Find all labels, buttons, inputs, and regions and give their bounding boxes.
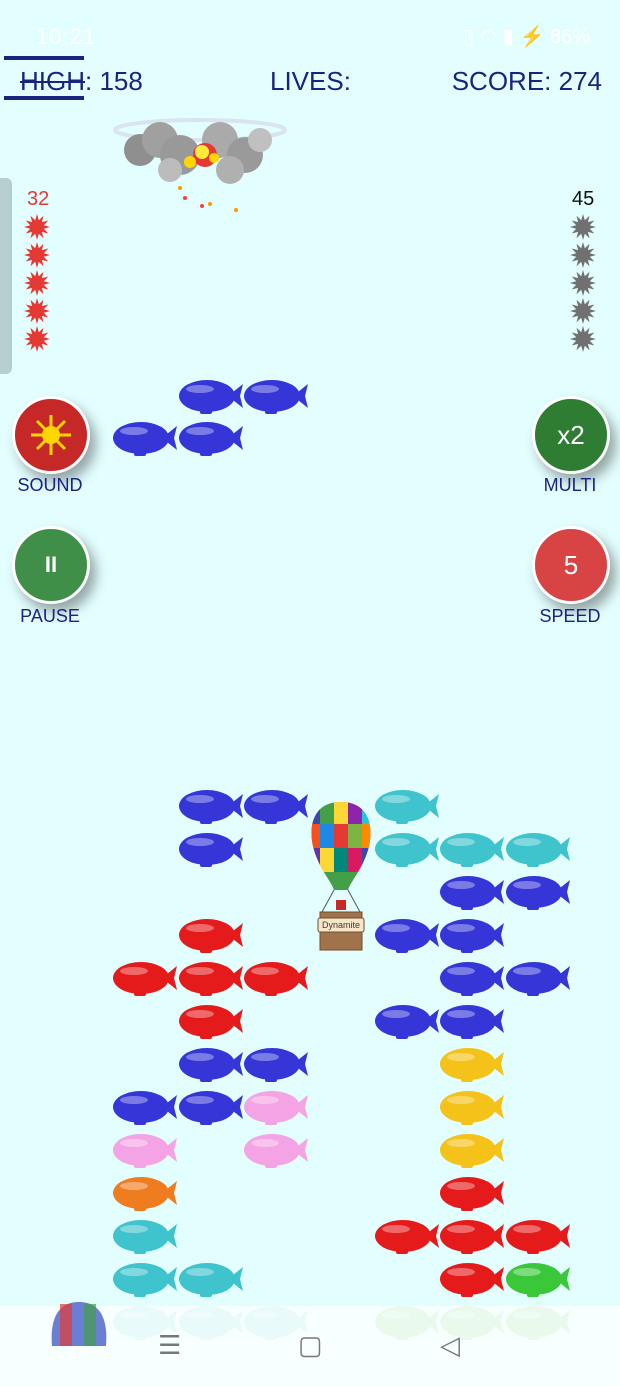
- menu-icon[interactable]: ☰: [158, 1330, 181, 1361]
- blimp-cyan: [179, 1263, 243, 1297]
- blimp-orange: [113, 1177, 177, 1211]
- blimp-blue: [506, 876, 570, 910]
- blimp-red: [506, 1220, 570, 1254]
- blimp-pink: [244, 1134, 308, 1168]
- blimp-cyan: [375, 790, 439, 824]
- blimp-cyan: [440, 833, 504, 867]
- home-icon[interactable]: ▢: [298, 1330, 323, 1361]
- blimp-red: [244, 962, 308, 996]
- blimp-blue: [440, 919, 504, 953]
- blimp-blue: [244, 790, 308, 824]
- hot-air-balloon[interactable]: Dynamite: [306, 800, 376, 952]
- blimp-blue: [179, 1048, 243, 1082]
- blimp-red: [440, 1220, 504, 1254]
- blimp-blue: [375, 1005, 439, 1039]
- blimp-red: [375, 1220, 439, 1254]
- basket-label: Dynamite: [322, 920, 360, 930]
- blimp-cyan: [506, 833, 570, 867]
- blimp-blue: [440, 1005, 504, 1039]
- blimp-blue: [113, 1091, 177, 1125]
- blimp-blue: [244, 1048, 308, 1082]
- blimp-yellow: [440, 1091, 504, 1125]
- blimp-blue: [506, 962, 570, 996]
- blimp-red: [113, 962, 177, 996]
- blimp-pink: [244, 1091, 308, 1125]
- blimp-blue: [440, 962, 504, 996]
- blimp-blue: [113, 422, 177, 456]
- blimp-green: [506, 1263, 570, 1297]
- blimp-red: [440, 1177, 504, 1211]
- back-icon[interactable]: ◁: [440, 1330, 460, 1361]
- blimp-blue: [440, 876, 504, 910]
- blimp-blue: [179, 833, 243, 867]
- blimp-red: [440, 1263, 504, 1297]
- blimp-yellow: [440, 1134, 504, 1168]
- balloon-life-icon: [51, 1302, 107, 1346]
- blimp-red: [179, 919, 243, 953]
- blimp-blue: [179, 380, 243, 414]
- blimp-cyan: [375, 833, 439, 867]
- blimp-pink: [113, 1134, 177, 1168]
- blimp-cyan: [113, 1220, 177, 1254]
- blimp-blue: [179, 422, 243, 456]
- blimp-blue: [244, 380, 308, 414]
- blimp-yellow: [440, 1048, 504, 1082]
- blimp-blue: [179, 1091, 243, 1125]
- blimp-cyan: [113, 1263, 177, 1297]
- blimp-blue: [375, 919, 439, 953]
- blimp-field: [113, 380, 570, 1340]
- blimp-red: [179, 962, 243, 996]
- blimp-blue: [179, 790, 243, 824]
- blimp-red: [179, 1005, 243, 1039]
